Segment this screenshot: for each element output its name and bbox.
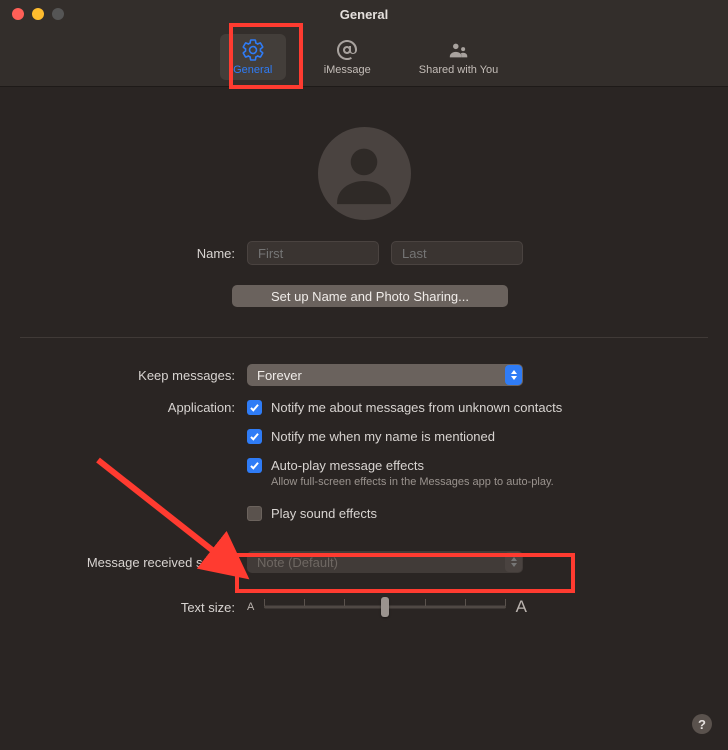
keep-messages-row: Keep messages: Forever xyxy=(0,364,728,386)
tab-label: Shared with You xyxy=(419,64,499,76)
gear-icon xyxy=(239,38,267,62)
received-sound-row: Message received sound: Note (Default) xyxy=(0,551,728,573)
divider xyxy=(20,337,708,338)
select-value: Forever xyxy=(257,368,302,383)
tab-label: General xyxy=(233,64,272,76)
notify-unknown-label: Notify me about messages from unknown co… xyxy=(271,400,562,415)
avatar-placeholder[interactable] xyxy=(318,127,411,220)
keep-messages-label: Keep messages: xyxy=(0,368,235,383)
autoplay-label: Auto-play message effects xyxy=(271,458,424,473)
notify-unknown-checkbox[interactable] xyxy=(247,400,262,415)
application-row: Application: Notify me about messages fr… xyxy=(0,400,728,415)
tab-shared-with-you[interactable]: Shared with You xyxy=(409,34,509,80)
window-close-button[interactable] xyxy=(12,8,24,20)
autoplay-sublabel: Allow full-screen effects in the Message… xyxy=(271,476,728,488)
preferences-toolbar: General iMessage Shared with You xyxy=(0,28,728,87)
text-size-label: Text size: xyxy=(0,600,235,615)
keep-messages-select[interactable]: Forever xyxy=(247,364,523,386)
tab-general[interactable]: General xyxy=(220,34,286,80)
at-sign-icon xyxy=(333,38,361,62)
person-icon xyxy=(326,136,402,212)
select-arrows-icon xyxy=(505,365,522,385)
window-title: General xyxy=(12,7,716,22)
text-size-row: Text size: A A xyxy=(0,597,728,617)
tab-imessage[interactable]: iMessage xyxy=(314,34,381,80)
window-minimize-button[interactable] xyxy=(32,8,44,20)
notify-mentioned-label: Notify me when my name is mentioned xyxy=(271,429,495,444)
text-size-large-icon: A xyxy=(516,597,527,617)
text-size-slider[interactable] xyxy=(264,597,505,617)
play-sound-checkbox[interactable] xyxy=(247,506,262,521)
name-label: Name: xyxy=(0,246,235,261)
window-zoom-button[interactable] xyxy=(52,8,64,20)
received-sound-select: Note (Default) xyxy=(247,551,523,573)
tab-label: iMessage xyxy=(324,64,371,76)
setup-name-photo-sharing-button[interactable]: Set up Name and Photo Sharing... xyxy=(232,285,508,307)
last-name-input[interactable] xyxy=(391,241,523,265)
received-sound-label: Message received sound: xyxy=(0,555,235,570)
autoplay-row: Auto-play message effects xyxy=(247,458,728,473)
name-row: Name: xyxy=(0,241,728,265)
first-name-input[interactable] xyxy=(247,241,379,265)
application-label: Application: xyxy=(0,400,235,415)
notify-mentioned-checkbox[interactable] xyxy=(247,429,262,444)
help-button[interactable]: ? xyxy=(692,714,712,734)
slider-knob[interactable] xyxy=(381,597,389,617)
window-titlebar: General xyxy=(0,0,728,28)
notify-mentioned-row: Notify me when my name is mentioned xyxy=(247,429,728,444)
select-value: Note (Default) xyxy=(257,555,338,570)
play-sound-label: Play sound effects xyxy=(271,506,377,521)
traffic-lights xyxy=(12,8,64,20)
text-size-small-icon: A xyxy=(247,601,254,613)
profile-section xyxy=(0,87,728,220)
select-arrows-icon xyxy=(505,552,522,572)
autoplay-checkbox[interactable] xyxy=(247,458,262,473)
shared-with-you-icon xyxy=(445,38,473,62)
play-sound-row: Play sound effects xyxy=(247,506,728,521)
